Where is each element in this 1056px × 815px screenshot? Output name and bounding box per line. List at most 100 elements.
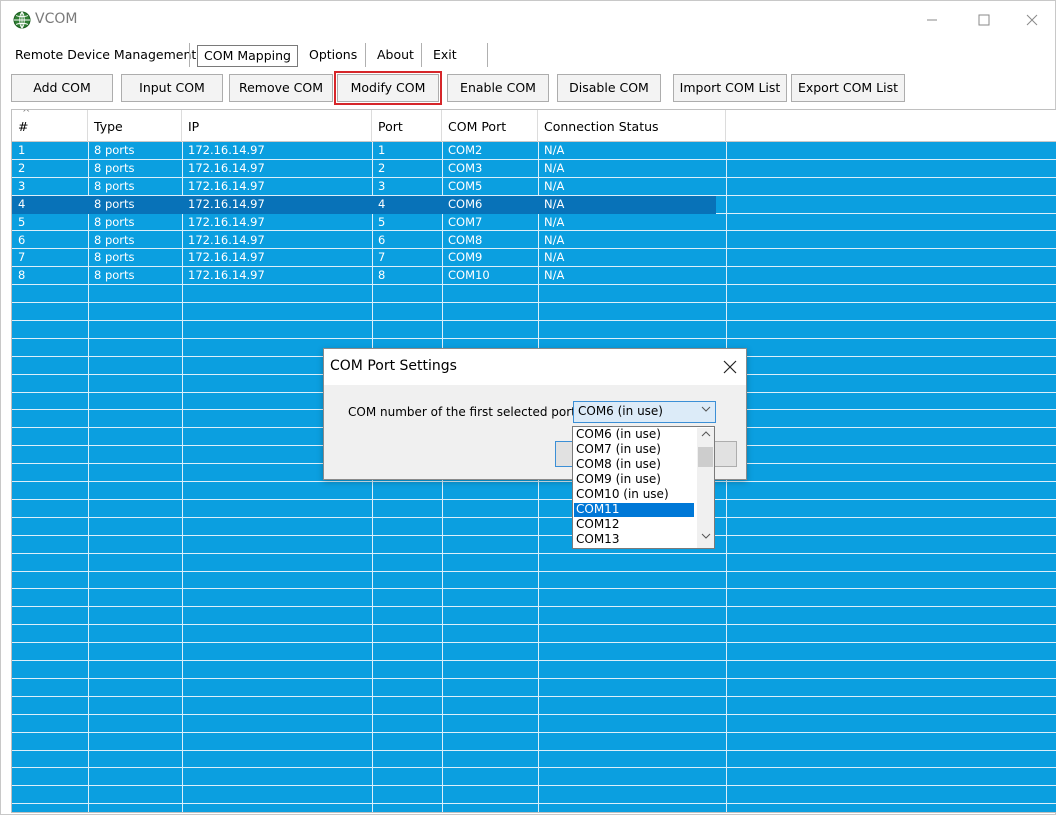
cell-type: 8 ports xyxy=(94,143,135,157)
scrollbar-thumb[interactable] xyxy=(698,447,713,467)
table-row xyxy=(12,715,1056,733)
menu-bar: Remote Device Management COM Mapping Opt… xyxy=(9,41,1049,69)
cell-com-port: COM9 xyxy=(448,250,483,265)
cancel-button[interactable] xyxy=(713,441,737,467)
cell-connection-status: N/A xyxy=(544,178,565,193)
close-window-button[interactable] xyxy=(1009,1,1055,39)
dropdown-scrollbar[interactable] xyxy=(697,428,714,548)
dialog-close-button[interactable] xyxy=(718,355,742,379)
cell-port: 2 xyxy=(378,160,386,175)
input-com-button[interactable]: Input COM xyxy=(121,74,223,102)
dropdown-option[interactable]: COM11 xyxy=(574,502,694,517)
table-row xyxy=(12,661,1056,679)
scroll-down-icon[interactable] xyxy=(697,532,714,543)
cell-type: 8 ports xyxy=(94,232,135,247)
cell-com-port: COM10 xyxy=(448,268,490,283)
com-number-dropdown-list: COM6 (in use) COM7 (in use) COM8 (in use) C… xyxy=(572,426,715,549)
menu-com-mapping[interactable]: COM Mapping xyxy=(197,45,298,67)
column-header-connection-status[interactable]: Connection Status xyxy=(538,110,726,142)
table-row xyxy=(12,607,1056,626)
minimize-button[interactable] xyxy=(909,1,955,39)
cell-ip: 172.16.14.97 xyxy=(188,214,265,229)
cell-ip: 172.16.14.97 xyxy=(188,178,265,193)
table-row[interactable]: 6 8 ports 172.16.14.97 6 COM8 N/A xyxy=(12,232,1056,250)
cell-number: 4 xyxy=(18,196,26,211)
modify-com-button[interactable]: Modify COM xyxy=(334,71,442,105)
column-header-com-port[interactable]: COM Port xyxy=(442,110,538,142)
maximize-icon xyxy=(978,14,990,26)
cell-port: 1 xyxy=(378,143,386,157)
cell-port: 8 xyxy=(378,268,386,283)
cell-connection-status: N/A xyxy=(544,268,565,283)
table-row[interactable]: 2 8 ports 172.16.14.97 2 COM3 N/A xyxy=(12,160,1056,178)
globe-icon xyxy=(13,11,31,29)
scroll-up-icon[interactable] xyxy=(697,430,714,441)
enable-com-button[interactable]: Enable COM xyxy=(447,74,549,102)
dropdown-option[interactable]: COM13 xyxy=(574,532,694,547)
add-com-button[interactable]: Add COM xyxy=(11,74,113,102)
cell-number: 8 xyxy=(18,268,26,283)
cell-connection-status: N/A xyxy=(544,250,565,265)
table-row[interactable]: 3 8 ports 172.16.14.97 3 COM5 N/A xyxy=(12,178,1056,196)
dropdown-option[interactable]: COM10 (in use) xyxy=(574,487,694,502)
cell-type: 8 ports xyxy=(94,214,135,229)
cell-connection-status: N/A xyxy=(544,196,565,211)
dialog-title-bar: COM Port Settings xyxy=(324,349,746,385)
remove-com-button[interactable]: Remove COM xyxy=(229,74,333,102)
table-row xyxy=(12,518,1056,536)
import-com-list-button[interactable]: Import COM List xyxy=(673,74,787,102)
cell-port: 4 xyxy=(378,196,386,211)
dropdown-option[interactable]: COM6 (in use) xyxy=(574,427,694,442)
cell-ip: 172.16.14.97 xyxy=(188,268,265,283)
cell-number: 3 xyxy=(18,178,26,193)
cell-ip: 172.16.14.97 xyxy=(188,232,265,247)
menu-remote-device-management[interactable]: Remote Device Management xyxy=(9,43,202,69)
export-com-list-button[interactable]: Export COM List xyxy=(791,74,905,102)
table-row xyxy=(12,321,1056,339)
cell-com-port: COM2 xyxy=(448,143,483,157)
menu-separator xyxy=(421,43,422,67)
minimize-icon xyxy=(927,19,937,21)
close-icon xyxy=(723,360,737,374)
table-header: ^ # Type IP Port COM Port Connection Sta… xyxy=(12,110,1056,142)
column-header-ip[interactable]: IP xyxy=(182,110,372,142)
menu-exit[interactable]: Exit xyxy=(427,43,463,69)
cell-type: 8 ports xyxy=(94,178,135,193)
table-row xyxy=(12,554,1056,572)
cell-type: 8 ports xyxy=(94,196,135,211)
cell-ip: 172.16.14.97 xyxy=(188,143,265,157)
dropdown-option[interactable]: COM12 xyxy=(574,517,694,532)
menu-separator xyxy=(189,43,190,67)
column-header-type[interactable]: Type xyxy=(88,110,182,142)
cell-port: 3 xyxy=(378,178,386,193)
table-row[interactable]: 1 8 ports 172.16.14.97 1 COM2 N/A xyxy=(12,142,1056,160)
cell-com-port: COM3 xyxy=(448,160,483,175)
dropdown-option[interactable]: COM9 (in use) xyxy=(574,472,694,487)
cell-com-port: COM5 xyxy=(448,178,483,193)
dropdown-option[interactable]: COM8 (in use) xyxy=(574,457,694,472)
com-number-select[interactable]: COM6 (in use) xyxy=(573,401,716,423)
disable-com-button[interactable]: Disable COM xyxy=(557,74,661,102)
table-row[interactable]: 5 8 ports 172.16.14.97 5 COM7 N/A xyxy=(12,214,1056,232)
cell-ip: 172.16.14.97 xyxy=(188,160,265,175)
cell-ip: 172.16.14.97 xyxy=(188,250,265,265)
table-row[interactable]: 8 8 ports 172.16.14.97 8 COM10 N/A xyxy=(12,267,1056,286)
dropdown-option[interactable]: COM7 (in use) xyxy=(574,442,694,457)
menu-options[interactable]: Options xyxy=(303,43,363,69)
column-header-port[interactable]: Port xyxy=(372,110,442,142)
table-row xyxy=(12,536,1056,554)
maximize-button[interactable] xyxy=(961,1,1007,39)
menu-about[interactable]: About xyxy=(371,43,420,69)
column-header-number[interactable]: # xyxy=(12,110,88,142)
table-row[interactable]: 4 8 ports 172.16.14.97 4 COM6 N/A xyxy=(12,195,1056,214)
table-row xyxy=(12,786,1056,805)
table-row xyxy=(12,769,1056,787)
table-row xyxy=(12,643,1056,662)
table-row xyxy=(12,625,1056,644)
table-row[interactable]: 7 8 ports 172.16.14.97 7 COM9 N/A xyxy=(12,249,1056,268)
table-row xyxy=(12,572,1056,590)
cell-port: 6 xyxy=(378,232,386,247)
table-row xyxy=(12,482,1056,500)
cell-ip: 172.16.14.97 xyxy=(188,196,265,211)
cell-com-port: COM7 xyxy=(448,214,483,229)
